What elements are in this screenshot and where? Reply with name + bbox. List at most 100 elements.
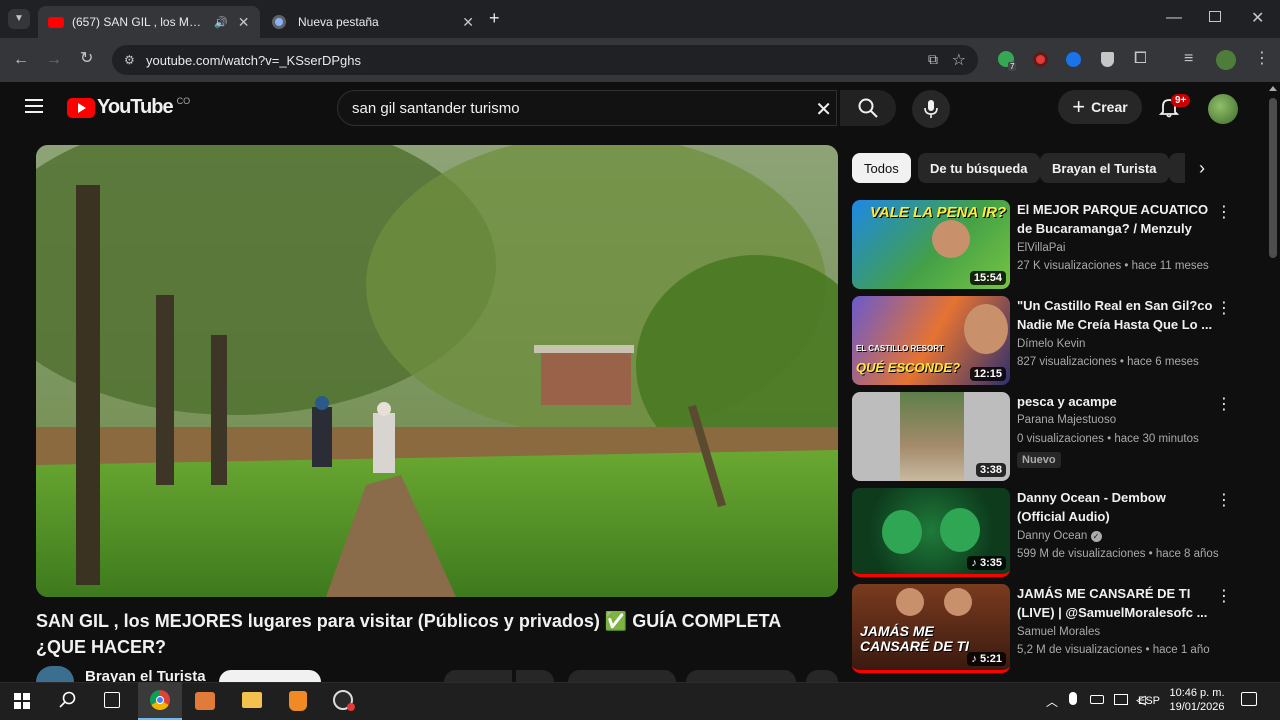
video-duration: 15:54 xyxy=(969,271,1006,285)
reload-icon[interactable]: ↻ xyxy=(80,51,93,67)
page-scrollbar-track[interactable] xyxy=(1266,82,1280,682)
search-icon xyxy=(858,98,878,118)
file-explorer-taskbar-icon[interactable] xyxy=(242,692,262,708)
maximize-icon[interactable] xyxy=(1209,11,1221,22)
browser-menu-icon[interactable]: ⋮ xyxy=(1254,51,1270,67)
forward-arrow-icon[interactable]: → xyxy=(46,52,62,68)
like-button[interactable] xyxy=(444,670,512,682)
chip-todos[interactable]: Todos xyxy=(852,153,911,183)
more-actions-button[interactable] xyxy=(806,670,838,682)
youtube-logo[interactable]: YouTube CO xyxy=(67,96,190,119)
address-bar[interactable]: ⚙ youtube.com/watch?v=_KSserDPghs ⧉ ☆ xyxy=(112,45,978,75)
search-query-text: san gil santander turismo xyxy=(352,99,520,117)
tray-network-icon[interactable] xyxy=(1114,694,1128,705)
download-button[interactable] xyxy=(686,670,796,682)
chip-de-tu-busqueda[interactable]: De tu búsqueda xyxy=(918,153,1040,183)
media-controls-icon[interactable]: ≡ xyxy=(1184,51,1193,67)
share-button[interactable] xyxy=(568,670,676,682)
channel-name[interactable]: Parana Majestuoso xyxy=(1017,414,1116,426)
minimize-icon[interactable]: — xyxy=(1166,10,1182,26)
fl-studio-taskbar-icon[interactable] xyxy=(289,691,307,711)
back-arrow-icon[interactable]: ← xyxy=(13,52,29,68)
account-avatar[interactable] xyxy=(1208,94,1238,124)
verified-icon: ✓ xyxy=(1090,531,1102,542)
video-thumbnail[interactable]: ♪ 3:35 xyxy=(852,488,1010,577)
chrome-taskbar-icon[interactable] xyxy=(138,682,182,720)
video-frame-forest-river xyxy=(36,145,838,597)
channel-avatar[interactable] xyxy=(36,666,74,682)
video-title: El MEJOR PARQUE ACUATICO de Bucaramanga?… xyxy=(1017,202,1209,236)
video-thumbnail[interactable]: VALE LA PENA IR? 15:54 xyxy=(852,200,1010,289)
voice-search-button[interactable] xyxy=(912,90,950,128)
chevron-right-icon[interactable]: › xyxy=(1199,158,1205,179)
tab-youtube[interactable]: (657) SAN GIL , los MEJORES 🔊 ✕ xyxy=(38,6,260,38)
hamburger-menu-icon[interactable] xyxy=(25,99,43,113)
media-player-taskbar-icon[interactable] xyxy=(195,692,215,710)
chip-brayan-el-turista[interactable]: Brayan el Turista xyxy=(1040,153,1169,183)
video-duration: ♪ 5:21 xyxy=(967,652,1006,666)
tab-search-chevron-icon[interactable]: ▼ xyxy=(8,9,30,29)
video-thumbnail[interactable]: EL CASTILLO RESORT QUÉ ESCONDE? 12:15 xyxy=(852,296,1010,385)
clock-date: 19/01/2026 xyxy=(1169,701,1225,713)
close-window-icon[interactable]: ✕ xyxy=(1251,11,1264,27)
taskbar-search-icon[interactable] xyxy=(58,690,78,715)
video-duration: 12:15 xyxy=(969,367,1006,381)
channel-name[interactable]: ElVillaPai xyxy=(1017,242,1065,254)
close-tab-icon[interactable]: ✕ xyxy=(462,14,474,31)
tray-chevron-up-icon[interactable]: ︿ xyxy=(1046,693,1058,710)
more-options-icon[interactable]: ⋮ xyxy=(1216,202,1232,222)
search-input[interactable]: san gil santander turismo ✕ xyxy=(337,90,837,126)
tray-microphone-icon[interactable] xyxy=(1069,692,1077,705)
thumbnail-caption: JAMÁS ME CANSARÉ DE TI xyxy=(860,623,969,654)
more-options-icon[interactable]: ⋮ xyxy=(1216,586,1232,606)
channel-name[interactable]: Dímelo Kevin xyxy=(1017,338,1085,350)
thumbnail-caption: QUÉ ESCONDE? xyxy=(856,360,961,375)
windows-start-icon[interactable] xyxy=(14,693,30,709)
video-meta: 599 M de visualizaciones • hace 8 años xyxy=(1017,548,1219,560)
chip-partial[interactable] xyxy=(1169,153,1185,183)
tray-clock[interactable]: 10:46 p. m. 19/01/2026 xyxy=(1166,686,1228,714)
country-code: CO xyxy=(176,95,191,106)
video-title: SAN GIL , los MEJORES lugares para visit… xyxy=(36,611,781,657)
close-tab-icon[interactable]: ✕ xyxy=(238,14,250,31)
create-button[interactable]: + Crear xyxy=(1058,90,1142,124)
new-tab-button[interactable]: + xyxy=(489,9,500,27)
recommendation-item[interactable]: JAMÁS ME CANSARÉ DE TI ♪ 5:21 JAMÁS ME C… xyxy=(852,584,1232,676)
tray-language[interactable]: ESP xyxy=(1138,695,1160,707)
search-button[interactable] xyxy=(840,90,896,126)
video-player[interactable] xyxy=(36,145,838,597)
more-options-icon[interactable]: ⋮ xyxy=(1216,394,1232,414)
recommendation-item[interactable]: VALE LA PENA IR? 15:54 El MEJOR PARQUE A… xyxy=(852,200,1232,292)
channel-name[interactable]: Brayan el Turista xyxy=(85,668,206,682)
tray-power-icon[interactable] xyxy=(1090,695,1104,704)
cast-icon[interactable]: ⧉ xyxy=(928,51,938,68)
scroll-up-arrow-icon[interactable] xyxy=(1269,86,1277,91)
recommendation-item[interactable]: ♪ 3:35 Danny Ocean - Dembow (Official Au… xyxy=(852,488,1232,580)
more-options-icon[interactable]: ⋮ xyxy=(1216,298,1232,318)
recommendation-item[interactable]: EL CASTILLO RESORT QUÉ ESCONDE? 12:15 "U… xyxy=(852,296,1232,388)
record-extension-icon[interactable] xyxy=(1033,52,1048,67)
channel-name[interactable]: Samuel Morales xyxy=(1017,626,1100,638)
site-info-icon[interactable]: ⚙ xyxy=(124,53,135,67)
recommendation-item[interactable]: 3:38 pesca y acampe Parana Majestuoso 0 … xyxy=(852,392,1232,484)
bookmark-star-icon[interactable]: ☆ xyxy=(952,50,966,70)
video-thumbnail[interactable]: JAMÁS ME CANSARÉ DE TI ♪ 5:21 xyxy=(852,584,1010,673)
task-view-icon[interactable] xyxy=(104,692,120,708)
clear-search-icon[interactable]: ✕ xyxy=(815,97,832,122)
shazam-extension-icon[interactable] xyxy=(1066,52,1081,67)
video-title: "Un Castillo Real en San Gil?co Nadie Me… xyxy=(1017,298,1213,332)
video-thumbnail[interactable]: 3:38 xyxy=(852,392,1010,481)
page-scrollbar-thumb[interactable] xyxy=(1269,98,1277,258)
profile-avatar[interactable] xyxy=(1216,50,1236,70)
video-duration: 3:38 xyxy=(975,463,1006,477)
notification-center-icon[interactable] xyxy=(1241,692,1257,706)
subscribe-button[interactable] xyxy=(219,670,321,682)
tab-new-tab[interactable]: Nueva pestaña ✕ xyxy=(262,6,484,38)
dislike-button[interactable] xyxy=(516,670,554,682)
channel-name[interactable]: Danny Ocean ✓ xyxy=(1017,530,1102,542)
shield-extension-icon[interactable] xyxy=(1101,52,1114,67)
more-options-icon[interactable]: ⋮ xyxy=(1216,490,1232,510)
extensions-puzzle-icon[interactable]: ⧠ xyxy=(1134,51,1147,67)
music-note-icon: ♪ xyxy=(971,557,980,569)
windows-taskbar xyxy=(0,682,1280,720)
